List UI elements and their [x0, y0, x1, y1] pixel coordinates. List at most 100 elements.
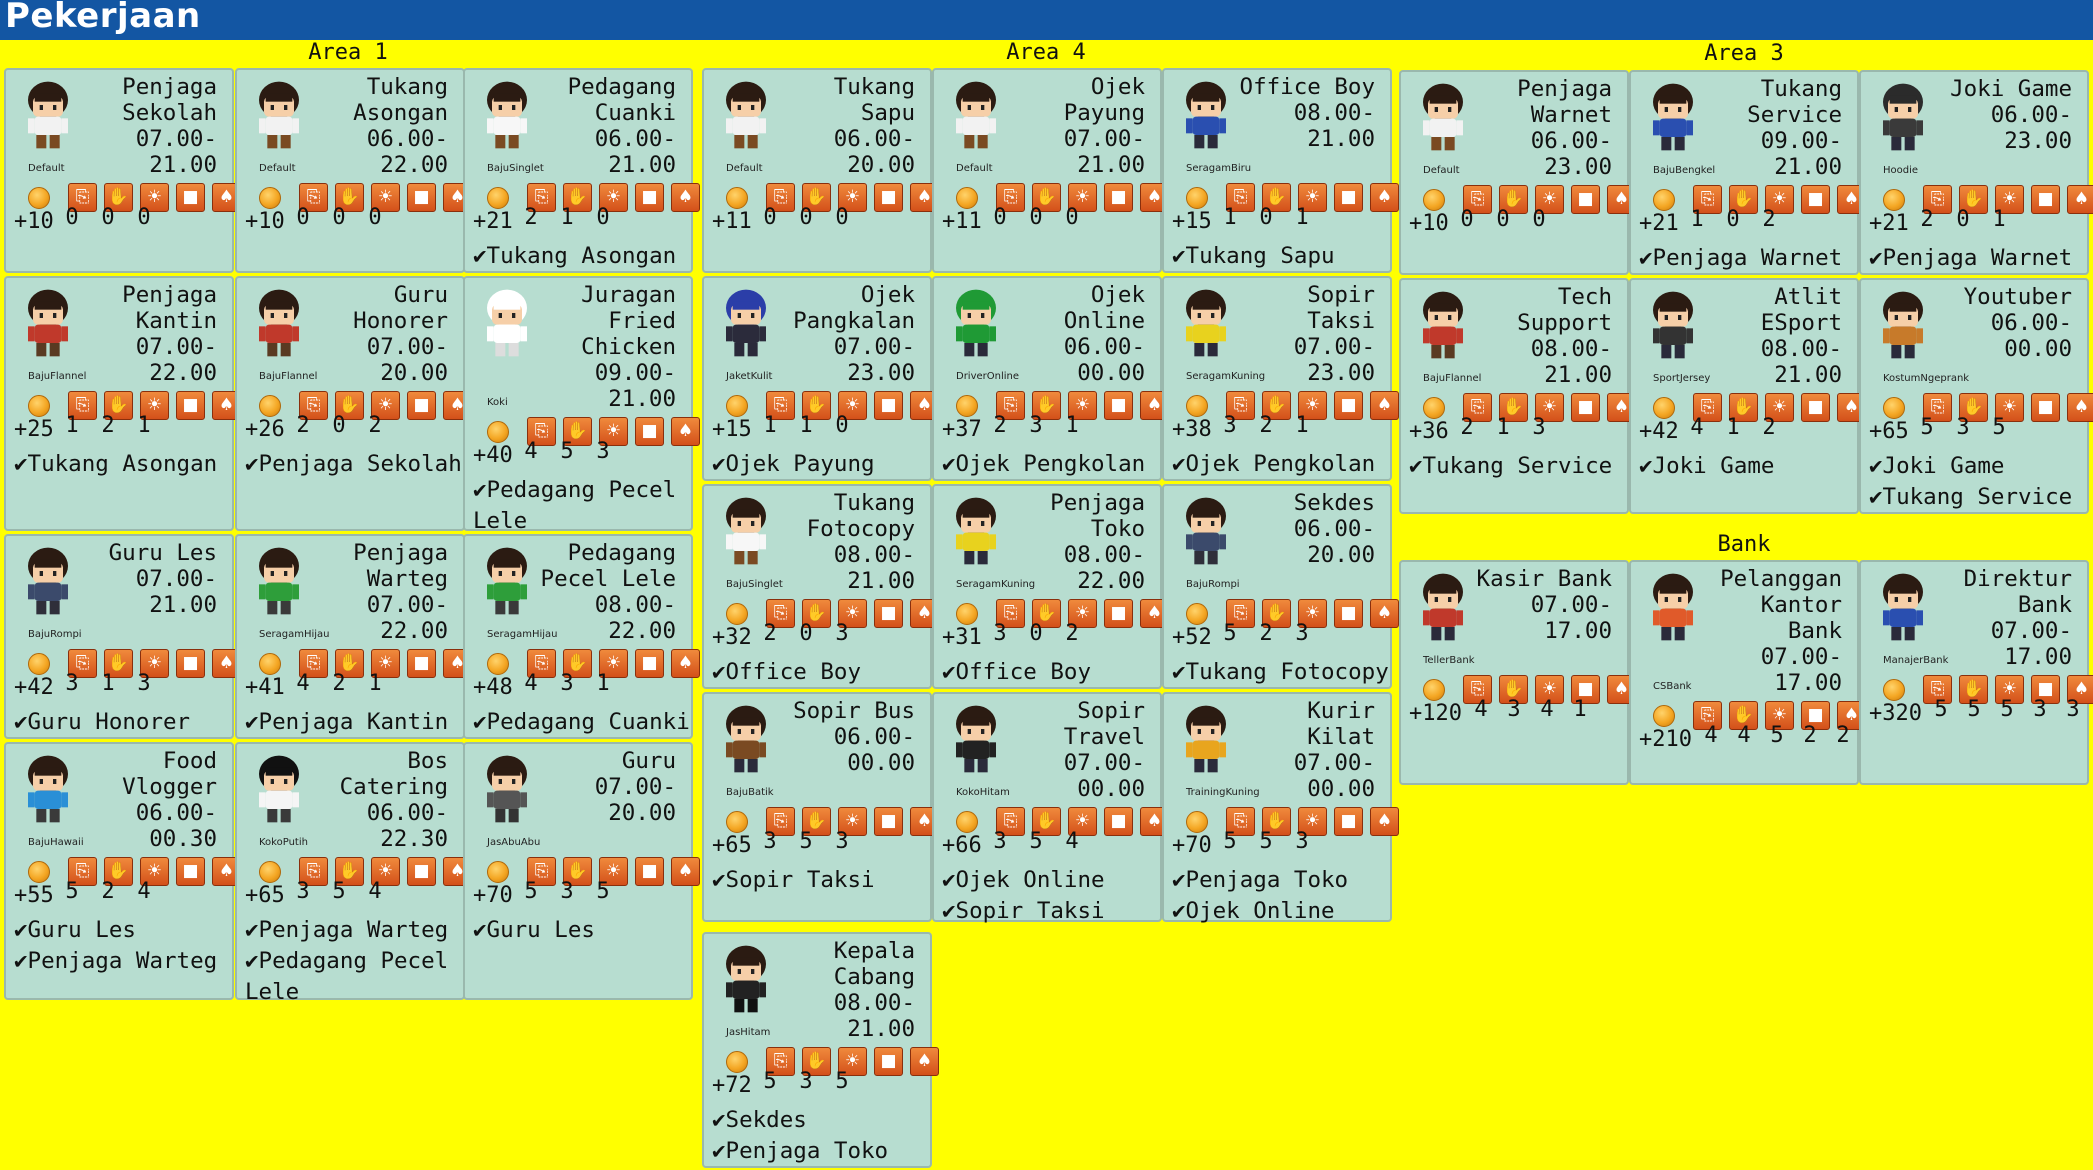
job-card[interactable]: Ojek Online 06.00- 00.00 DriverOnline ⎘ ✋ ☀ ■… [932, 276, 1169, 481]
job-card[interactable]: Sopir Travel 07.00- 00.00 KokoHitam ⎘ ✋ ☀ ■ ♠ +… [932, 692, 1169, 924]
job-card[interactable]: Guru 07.00- 20.00 JasAbuAbu ⎘ ✋ ☀ ■ ♠ +70 5 3 5 ✔Gu… [463, 742, 700, 1000]
job-card[interactable]: Penjaga Sekolah 07.00- 21.00 Default ⎘ ✋ ☀ ■ ♠… [4, 68, 241, 273]
stat-value: 3 [2066, 697, 2080, 722]
job-card[interactable]: Kurir Kilat 07.00- 00.00 TrainingKuning ⎘ ✋… [1162, 692, 1399, 924]
job-card[interactable]: Tukang Service 09.00- 21.00 BajuBengkel ⎘ ✋… [1629, 70, 1866, 275]
book-icon: ■ [635, 417, 664, 446]
requirements: ✔Penjaga Warnet [1639, 243, 1853, 274]
requirement: ✔Penjaga Warteg [245, 917, 449, 943]
job-card[interactable]: Kasir Bank 07.00- 17.00 TellerBank ⎘ ✋ ☀ ■ ♠ +1… [1399, 560, 1636, 785]
requirements: ✔Tukang Fotocopy [1172, 657, 1389, 688]
job-card[interactable]: Pedagang Cuanki 06.00- 21.00 BajuSinglet ⎘… [463, 68, 700, 273]
requirement: ✔Guru Les [14, 917, 136, 943]
job-card[interactable]: Penjaga Toko 08.00- 22.00 SeragamKuning ⎘ ✋… [932, 484, 1169, 689]
bag-icon: ♠ [671, 417, 700, 446]
stat-value: 3 [1507, 697, 1521, 722]
job-card[interactable]: Ojek Pangkalan 07.00- 23.00 JaketKulit ⎘ ✋ ☀… [702, 276, 939, 481]
stat-value: 4 [1704, 723, 1718, 748]
stat-value: 5 [799, 829, 813, 854]
job-name: Sekdes 06.00- 20.00 [1293, 490, 1375, 568]
stat-value: 3 [1956, 415, 1970, 440]
job-name: Ojek Pangkalan 07.00- 23.00 [793, 282, 915, 386]
requirements: ✔Ojek Online ✔Sopir Taksi [942, 865, 1156, 927]
book-icon: ■ [874, 183, 903, 212]
coin-icon [726, 187, 748, 209]
coin-icon [956, 395, 978, 417]
book-icon: ■ [874, 599, 903, 628]
requirements: ✔Tukang Asongan [473, 241, 687, 272]
job-card[interactable]: Ojek Payung 07.00- 21.00 Default ⎘ ✋ ☀ ■ ♠ +11 0… [932, 68, 1169, 273]
stat-value: 2 [1836, 723, 1850, 748]
area-label: Area 4 [1006, 40, 1086, 65]
bag-icon: ♠ [671, 649, 700, 678]
stat-value: 4 [1540, 697, 1554, 722]
job-card[interactable]: Guru Les 07.00- 21.00 BajuRompi ⎘ ✋ ☀ ■ ♠ +42 3 1… [4, 534, 241, 739]
outfit-label: BajuRompi [28, 629, 82, 640]
job-card[interactable]: Penjaga Warteg 07.00- 22.00 SeragamHijau ⎘… [235, 534, 472, 739]
job-card[interactable]: Tukang Fotocopy 08.00- 21.00 BajuSinglet ⎘… [702, 484, 939, 689]
job-card[interactable]: Penjaga Kantin 07.00- 22.00 BajuFlannel ⎘ ✋… [4, 276, 241, 531]
stat-value: 4 [1065, 829, 1079, 854]
stat-value: 4 [524, 439, 538, 464]
job-card[interactable]: Tukang Asongan 06.00- 22.00 Default ⎘ ✋ ☀ ■ ♠ +… [235, 68, 472, 273]
stat-value: 2 [1259, 413, 1273, 438]
requirement: Lele [473, 508, 528, 534]
coin-icon [1186, 603, 1208, 625]
job-card[interactable]: Pelanggan Kantor Bank 07.00- 17.00 CSBank… [1629, 560, 1866, 785]
requirements: ✔Penjaga Toko ✔Ojek Online [1172, 865, 1386, 927]
salary-value: +70 [473, 883, 513, 908]
job-name: Guru Les 07.00- 21.00 [108, 540, 217, 618]
job-card[interactable]: Guru Honorer 07.00- 20.00 BajuFlannel ⎘ ✋ ☀ ■… [235, 276, 472, 531]
outfit-label: BajuSinglet [487, 163, 544, 174]
stat-value: 3 [1295, 829, 1309, 854]
book-icon: ■ [407, 183, 436, 212]
job-card[interactable]: Sekdes 06.00- 20.00 BajuRompi ⎘ ✋ ☀ ■ ♠ +52 5 2 3 ✔… [1162, 484, 1399, 689]
coin-icon [28, 187, 50, 209]
job-card[interactable]: Bos Catering 06.00- 22.30 KokoPutih ⎘ ✋ ☀ ■ ♠ +… [235, 742, 472, 1005]
job-card[interactable]: Joki Game 06.00- 23.00 Hoodie ⎘ ✋ ☀ ■ ♠ +21 2 0 1 ✔… [1859, 70, 2093, 275]
job-card[interactable]: Kepala Cabang 08.00- 21.00 JasHitam ⎘ ✋ ☀ ■ ♠ +… [702, 932, 939, 1168]
stat-value: 2 [101, 413, 115, 438]
salary-value: +26 [245, 417, 285, 442]
bag-icon: ♠ [1370, 807, 1399, 836]
job-card[interactable]: Tech Support 08.00- 21.00 BajuFlannel ⎘ ✋ ☀ ■… [1399, 278, 1636, 514]
job-card[interactable]: Sopir Taksi 07.00- 23.00 SeragamKuning ⎘ ✋ ☀… [1162, 276, 1399, 481]
stat-value: 0 [1496, 207, 1510, 232]
job-card[interactable]: Youtuber 06.00- 00.00 KostumNgeprank ⎘ ✋ ☀ ■ ♠… [1859, 278, 2093, 514]
requirement: ✔Pedagang Pecel [473, 477, 677, 503]
salary-value: +52 [1172, 625, 1212, 650]
job-card[interactable]: Atlit ESport 08.00- 21.00 SportJersey ⎘ ✋ ☀ ■… [1629, 278, 1866, 514]
job-card[interactable]: Juragan Fried Chicken 09.00- 21.00 Koki ⎘ ✋… [463, 276, 700, 534]
stat-value: 5 [835, 1069, 849, 1094]
requirements: ✔Guru Les [473, 915, 687, 946]
coin-icon [1423, 189, 1445, 211]
stat-value: 5 [1967, 697, 1981, 722]
stat-value: 1 [1726, 415, 1740, 440]
job-card[interactable]: Office Boy 08.00- 21.00 SeragamBiru ⎘ ✋ ☀ ■ ♠ +… [1162, 68, 1399, 273]
stat-value: 2 [1762, 207, 1776, 232]
coin-icon [1423, 397, 1445, 419]
stat-value: 5 [2000, 697, 2014, 722]
salary-value: +11 [942, 209, 982, 234]
stat-value: 4 [296, 671, 310, 696]
outfit-label: Koki [487, 397, 508, 408]
book-icon: ■ [1334, 807, 1363, 836]
job-card[interactable]: Food Vlogger 06.00- 00.30 BajuHawaii ⎘ ✋ ☀ ■ ♠… [4, 742, 241, 1000]
job-card[interactable]: Direktur Bank 07.00- 17.00 ManajerBank ⎘ ✋ ☀… [1859, 560, 2093, 785]
job-card[interactable]: Penjaga Warnet 06.00- 23.00 Default ⎘ ✋ ☀ ■ ♠ +… [1399, 70, 1636, 275]
outfit-label: ManajerBank [1883, 655, 1949, 666]
requirements: ✔Tukang Sapu [1172, 241, 1386, 272]
job-name: Sopir Bus 06.00- 00.00 [793, 698, 915, 776]
job-card[interactable]: Tukang Sapu 06.00- 20.00 Default ⎘ ✋ ☀ ■ ♠ +11 0… [702, 68, 939, 273]
stat-value: 3 [993, 621, 1007, 646]
job-card[interactable]: Pedagang Pecel Lele 08.00- 22.00 SeragamH… [463, 534, 700, 739]
job-name: Bos Catering 06.00- 22.30 [339, 748, 448, 852]
coin-icon [1653, 397, 1675, 419]
coin-icon [726, 603, 748, 625]
coin-icon [726, 395, 748, 417]
requirement: ✔Sopir Taksi [712, 867, 875, 893]
job-card[interactable]: Sopir Bus 06.00- 00.00 BajuBatik ⎘ ✋ ☀ ■ ♠ +65 3… [702, 692, 939, 922]
stat-value: 3 [137, 671, 151, 696]
requirement: ✔Joki Game [1639, 453, 1775, 479]
book-icon: ■ [1801, 393, 1830, 422]
